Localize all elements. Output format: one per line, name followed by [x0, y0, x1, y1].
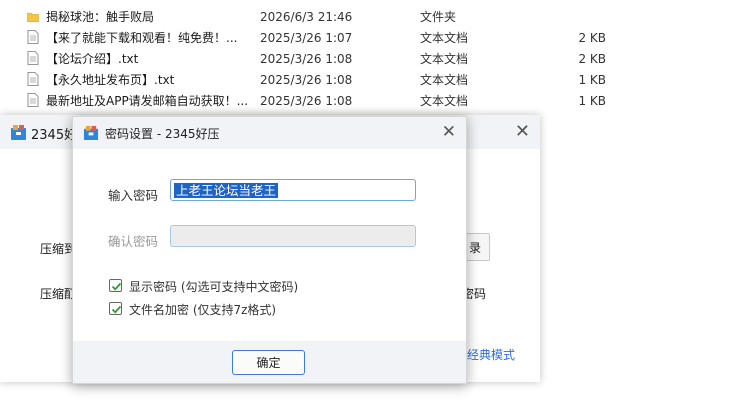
confirm-password-label: 确认密码 [108, 234, 159, 249]
compress-window-title: 2345好 [31, 128, 78, 143]
file-date: 2025/3/26 1:08 [260, 93, 353, 108]
compress-method-label: 压缩酊 [40, 287, 77, 301]
confirm-password-input[interactable] [170, 225, 416, 247]
password-dialog: 密码设置 - 2345好压 ✕ 输入密码 上老王论坛当老王 确认密码 显示密码 … [72, 116, 467, 384]
file-type: 文本文档 [420, 52, 469, 66]
text-file-icon [27, 72, 39, 86]
file-size: 1 KB [578, 72, 606, 87]
file-name: 最新地址及APP请发邮箱自动获取！... [46, 94, 249, 108]
file-row[interactable]: 【来了就能下载和观看！纯免费！... 2025/3/26 1:07 文本文档 2 KB [0, 27, 737, 48]
encrypt-filenames-checkbox[interactable] [109, 302, 122, 315]
show-password-label: 显示密码 (勾选可支持中文密码) [129, 280, 299, 294]
enter-password-label: 输入密码 [108, 188, 159, 203]
password-dialog-title: 密码设置 - 2345好压 [105, 127, 220, 141]
text-file-icon [27, 51, 39, 65]
file-size: 1 KB [578, 93, 606, 108]
file-size: 2 KB [578, 51, 606, 66]
file-row[interactable]: 【永久地址发布页】.txt 2025/3/26 1:08 文本文档 1 KB [0, 69, 737, 90]
app-logo-icon [11, 125, 26, 140]
file-row[interactable]: 最新地址及APP请发邮箱自动获取！... 2025/3/26 1:08 文本文档 1 … [0, 90, 737, 111]
compress-to-label: 压缩到 [40, 242, 77, 256]
file-name: 【论坛介绍】.txt [46, 52, 139, 66]
file-type: 文本文档 [420, 94, 469, 108]
file-name: 揭秘球池：触手败局 [46, 10, 155, 24]
file-row[interactable]: 揭秘球池：触手败局 2026/6/3 21:46 文件夹 [0, 6, 737, 27]
show-password-checkbox[interactable] [109, 279, 122, 292]
classic-mode-link[interactable]: 经典模式 [467, 346, 515, 363]
folder-icon [27, 12, 39, 22]
file-name: 【永久地址发布页】.txt [46, 73, 175, 87]
app-logo-icon [83, 125, 99, 141]
browse-button-label: 录 [468, 240, 481, 255]
dialog-footer: 确定 [73, 341, 466, 383]
password-dialog-titlebar: 密码设置 - 2345好压 ✕ [73, 117, 466, 149]
file-date: 2026/6/3 21:46 [260, 9, 353, 24]
file-row[interactable]: 【论坛介绍】.txt 2025/3/26 1:08 文本文档 2 KB [0, 48, 737, 69]
checkmark-icon [111, 305, 122, 314]
file-date: 2025/3/26 1:08 [260, 51, 353, 66]
file-size: 2 KB [578, 30, 606, 45]
close-icon[interactable]: ✕ [515, 121, 530, 142]
checkmark-icon [111, 282, 122, 291]
file-type: 文本文档 [420, 31, 469, 45]
file-type: 文件夹 [420, 10, 457, 24]
ok-button[interactable]: 确定 [232, 350, 305, 375]
password-input[interactable]: 上老王论坛当老王 [170, 179, 416, 201]
text-file-icon [27, 30, 39, 44]
encrypt-filenames-label: 文件名加密 (仅支持7z格式) [129, 303, 277, 317]
file-name: 【来了就能下载和观看！纯免费！... [46, 31, 238, 45]
close-icon[interactable]: ✕ [442, 122, 456, 142]
ok-button-label: 确定 [256, 356, 281, 370]
file-type: 文本文档 [420, 73, 469, 87]
file-list: 揭秘球池：触手败局 2026/6/3 21:46 文件夹【来了就能下载和观看！纯免费… [0, 0, 737, 115]
file-date: 2025/3/26 1:07 [260, 30, 353, 45]
password-input-value: 上老王论坛当老王 [174, 183, 279, 198]
file-date: 2025/3/26 1:08 [260, 72, 353, 87]
text-file-icon [27, 93, 39, 107]
